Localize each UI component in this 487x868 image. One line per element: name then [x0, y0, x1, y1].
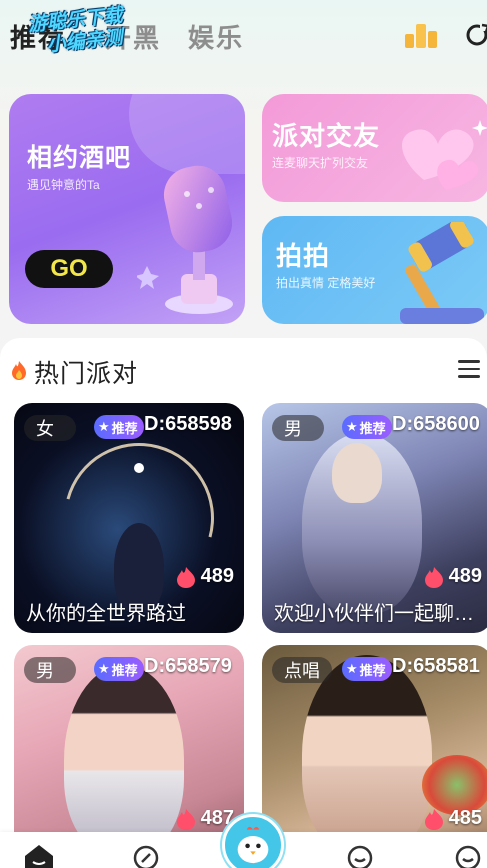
message-icon[interactable]: [344, 842, 376, 868]
heat-value: 485: [448, 807, 482, 829]
recommend-badge: ★ 推荐: [94, 415, 144, 439]
party-card-title: 派对交友: [272, 121, 381, 151]
heat-value: 489: [448, 565, 482, 587]
bar-date-card[interactable]: 相约酒吧 遇见钟意的Ta GO: [9, 94, 245, 324]
bar-card-subtitle: 遇见钟意的Ta: [27, 178, 100, 192]
snap-card-title: 拍拍: [276, 241, 331, 271]
microphone-illustration-icon: [137, 165, 233, 314]
bar-card-title: 相约酒吧: [27, 144, 132, 172]
menu-icon[interactable]: [458, 360, 480, 380]
room-card[interactable]: 女 ★ 推荐 D:658598 489 从你的全世界路过: [14, 403, 244, 633]
go-button[interactable]: GO: [25, 250, 113, 288]
refresh-icon[interactable]: [462, 20, 487, 50]
hot-party-header: 热门派对: [0, 348, 487, 392]
room-id: D:658579: [144, 655, 232, 677]
heat-value: 489: [200, 565, 234, 587]
gavel-illustration-icon: [400, 222, 484, 324]
watermark-logo: 游聪乐下载 小编亲测: [4, 3, 151, 70]
gender-tag: 男: [24, 657, 76, 683]
recommend-badge: ★ 推荐: [342, 657, 392, 681]
room-name: 欢迎小伙伴们一起聊…: [274, 603, 474, 625]
snap-card-subtitle: 拍出真情 定格美好: [276, 276, 376, 290]
figure-silhouette: [64, 665, 184, 855]
snap-photo-card[interactable]: 拍拍 拍出真情 定格美好: [262, 216, 487, 324]
star-icon: ★: [346, 419, 358, 434]
room-heat: 485: [423, 807, 482, 830]
recommend-label: 推荐: [359, 420, 386, 436]
star-icon: ★: [98, 419, 110, 434]
room-id: D:658598: [144, 413, 232, 435]
recommend-label: 推荐: [359, 662, 386, 678]
room-id: D:658600: [392, 413, 480, 435]
heat-flame-icon: [176, 808, 195, 830]
heat-flame-icon: [424, 566, 443, 588]
face-decoration: [332, 443, 382, 503]
home-icon[interactable]: [23, 842, 55, 868]
salad-bowl-decoration: [422, 755, 487, 815]
room-id: D:658581: [392, 655, 480, 677]
gender-tag: 女: [24, 415, 76, 441]
section-title: 热门派对: [34, 360, 139, 388]
tab-entertainment[interactable]: 娱乐: [188, 18, 244, 55]
recommend-label: 推荐: [111, 420, 138, 436]
hot-flame-icon: [12, 361, 26, 380]
room-heat: 487: [175, 807, 234, 830]
recommend-label: 推荐: [111, 662, 138, 678]
heart-illustration-icon: [402, 120, 487, 190]
gender-tag: 男: [272, 415, 324, 441]
star-icon: ★: [98, 661, 110, 676]
top-nav: 推荐 开黑 娱乐 游聪乐下载 小编亲测: [0, 0, 487, 76]
figure-silhouette: [302, 655, 432, 855]
star-decoration: [134, 463, 144, 473]
star-icon: ★: [346, 661, 358, 676]
party-card-subtitle: 连麦聊天扩列交友: [272, 156, 369, 170]
discover-icon[interactable]: [130, 842, 162, 868]
center-mascot-icon[interactable]: [222, 814, 284, 868]
party-friends-card[interactable]: 派对交友 连麦聊天扩列交友: [262, 94, 487, 202]
room-heat: 489: [175, 565, 234, 588]
profile-icon[interactable]: [452, 842, 484, 868]
room-heat: 489: [423, 565, 482, 588]
ranking-bars-icon[interactable]: [404, 22, 440, 48]
heat-flame-icon: [176, 566, 195, 588]
room-card[interactable]: 男 ★ 推荐 D:658600 489 欢迎小伙伴们一起聊…: [262, 403, 487, 633]
gender-tag: 点唱: [272, 657, 332, 683]
room-name: 从你的全世界路过: [26, 603, 186, 625]
heat-flame-icon: [424, 808, 443, 830]
recommend-badge: ★ 推荐: [342, 415, 392, 439]
recommend-badge: ★ 推荐: [94, 657, 144, 681]
